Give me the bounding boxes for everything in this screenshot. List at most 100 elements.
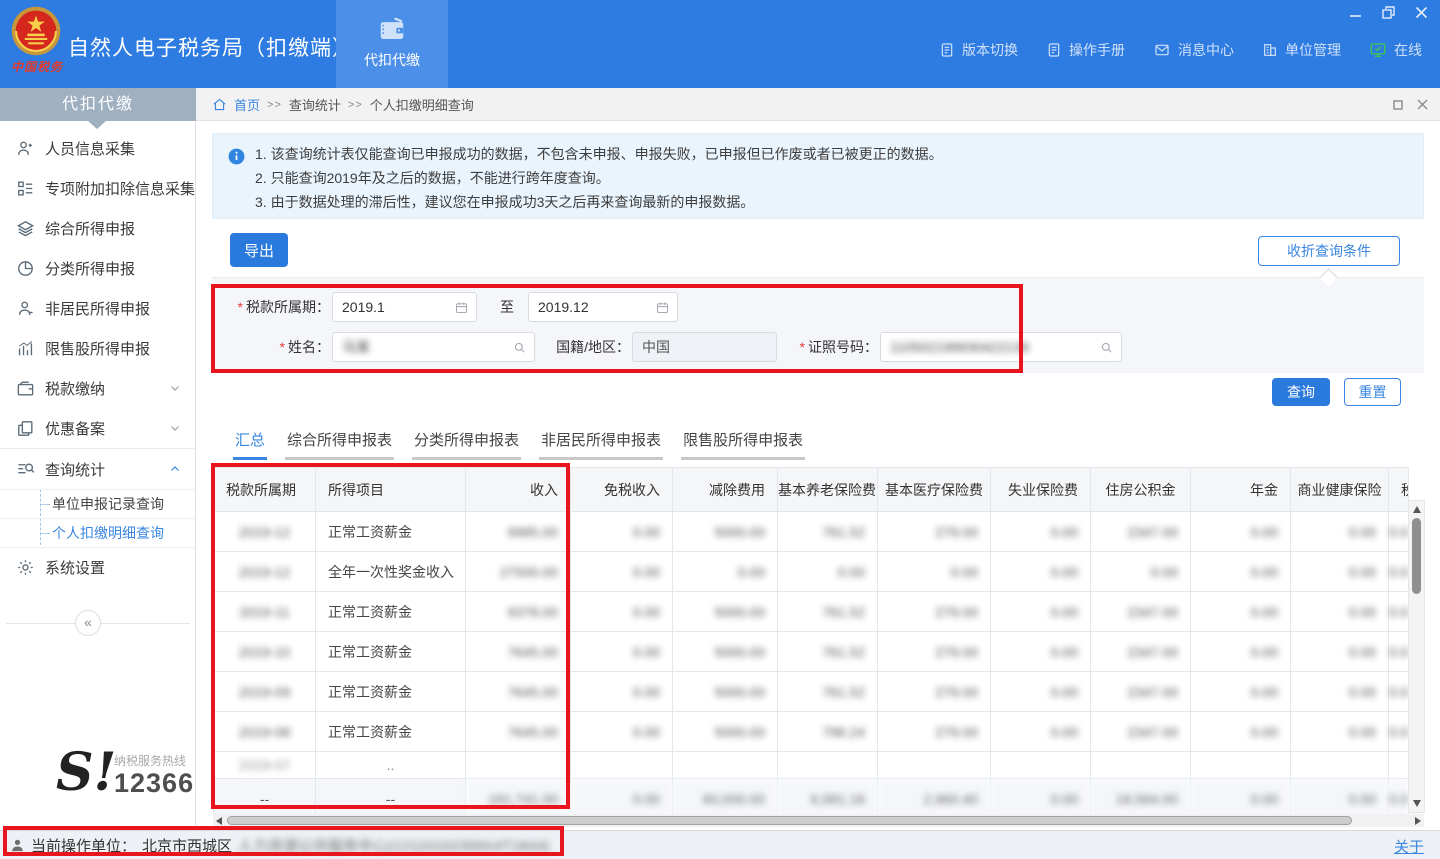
withholding-detail-table: 税款所属期 所得项目 收入 免税收入 减除费用 基本养老保险费 基本医疗保险费 … — [213, 467, 1409, 819]
cell-value: 7645.00 — [466, 632, 571, 672]
menu-unit-management[interactable]: 单位管理 — [1262, 40, 1341, 60]
search-icon[interactable] — [512, 340, 527, 355]
nationality-input[interactable]: 中国 — [632, 332, 777, 362]
scroll-down-arrow[interactable] — [1413, 800, 1421, 807]
menu-version-switch[interactable]: 版本切换 — [939, 40, 1018, 60]
vertical-scrollbar-thumb[interactable] — [1412, 518, 1421, 594]
menu-message-center[interactable]: 消息中心 — [1153, 40, 1234, 60]
col-header: 失业保险费 — [991, 468, 1091, 512]
cell-value: 5000.00 — [673, 672, 778, 712]
cell-value: 0.00 — [1389, 592, 1409, 632]
sidebar-item-personnel-info[interactable]: 人员信息采集 — [0, 128, 195, 168]
notice-box: 1. 该查询统计表仅能查询已申报成功的数据，不包含未申报、申报失败，已申报但已作… — [212, 133, 1424, 219]
table-row[interactable]: 2019-12 全年一次性奖金收入 27500.00 0.00 0.00 0.0… — [214, 552, 1409, 592]
cell-value: 0.00 — [991, 632, 1091, 672]
to-label: 至 — [492, 292, 522, 322]
scroll-up-arrow[interactable] — [1413, 506, 1421, 513]
period-from-input[interactable]: 2019.1 — [332, 292, 477, 322]
id-input[interactable]: 110502199930422139 — [880, 332, 1122, 362]
cell-value: 0.00 — [991, 552, 1091, 592]
table-row-clipped[interactable]: 2019-07 .. — [214, 752, 1409, 779]
sidebar-collapse-button[interactable]: « — [75, 610, 101, 636]
sidebar-item-nonresident-income[interactable]: 非居民所得申报 — [0, 288, 195, 328]
cell-value: 0.00 — [1389, 672, 1409, 712]
tab-summary[interactable]: 汇总 — [233, 429, 267, 460]
sidebar-item-tax-payment[interactable]: 税款缴纳 — [0, 368, 195, 408]
sidebar-item-label: 查询统计 — [45, 459, 105, 480]
tab-withholding-module[interactable]: 代扣代缴 — [336, 0, 448, 88]
cell-value: 2347.00 — [1091, 712, 1191, 752]
export-button[interactable]: 导出 — [230, 233, 288, 267]
sidebar-item-label: 限售股所得申报 — [45, 338, 150, 359]
sidebar-item-label: 综合所得申报 — [45, 218, 135, 239]
sidebar-item-restricted-shares[interactable]: 限售股所得申报 — [0, 328, 195, 368]
maximize-page-icon[interactable] — [1393, 100, 1403, 110]
cell-value: 0.00 — [1291, 632, 1389, 672]
restore-button[interactable] — [1379, 3, 1397, 21]
sidebar-subitem-individual-withholding-query[interactable]: 个人扣缴明细查询 — [0, 518, 195, 547]
period-to-input[interactable]: 2019.12 — [528, 292, 678, 322]
cell-value: 0.00 — [1191, 552, 1291, 592]
online-status[interactable]: 在线 — [1369, 40, 1422, 60]
sidebar-item-classified-income[interactable]: 分类所得申报 — [0, 248, 195, 288]
bar-chart-icon — [16, 339, 35, 358]
menu-operation-manual[interactable]: 操作手册 — [1046, 40, 1125, 60]
reset-button[interactable]: 重置 — [1344, 378, 1401, 406]
cell-item: 正常工资薪金 — [316, 672, 466, 712]
document-icon — [1046, 42, 1062, 58]
horizontal-scrollbar[interactable] — [213, 814, 1424, 827]
sidebar-item-label: 分类所得申报 — [45, 258, 135, 279]
calendar-icon[interactable] — [655, 300, 670, 315]
minimize-button[interactable] — [1346, 3, 1364, 21]
cell-value: 0.00 — [1191, 512, 1291, 552]
cell-item: 正常工资薪金 — [316, 712, 466, 752]
document-icon — [939, 42, 955, 58]
sidebar-item-label: 专项附加扣除信息采集 — [45, 178, 195, 199]
scroll-right-arrow[interactable] — [1415, 817, 1421, 825]
search-list-icon — [16, 460, 35, 479]
sidebar-item-special-deduction[interactable]: 专项附加扣除信息采集 — [0, 168, 195, 208]
table-row[interactable]: 2019-12 正常工资薪金 9985.00 0.00 5000.00 761.… — [214, 512, 1409, 552]
table-row[interactable]: 2019-08 正常工资薪金 7645.00 0.00 5000.00 798.… — [214, 712, 1409, 752]
cell-value: 0.00 — [1389, 632, 1409, 672]
search-icon[interactable] — [1099, 340, 1114, 355]
calendar-icon[interactable] — [454, 300, 469, 315]
collapse-query-button[interactable]: 收折查询条件 — [1258, 236, 1400, 266]
sidebar-item-label: 优惠备案 — [45, 418, 105, 439]
wallet-icon — [376, 14, 408, 44]
sidebar-subitem-unit-declaration-query[interactable]: 单位申报记录查询 — [0, 489, 195, 518]
table-total-row: -- -- 161,741.00 0.00 60,000.00 6,991.16… — [214, 779, 1409, 819]
search-button[interactable]: 查询 — [1272, 378, 1330, 406]
close-page-icon[interactable] — [1417, 99, 1428, 110]
cell-value: 761.52 — [778, 592, 878, 632]
breadcrumb-level1: 查询统计 — [289, 95, 341, 114]
close-button[interactable] — [1412, 3, 1430, 21]
table-row[interactable]: 2019-09 正常工资薪金 7645.00 0.00 5000.00 761.… — [214, 672, 1409, 712]
vertical-scrollbar[interactable] — [1408, 500, 1425, 813]
breadcrumb-home[interactable]: 首页 — [234, 95, 260, 114]
sidebar-item-preferential-filing[interactable]: 优惠备案 — [0, 408, 195, 448]
horizontal-scrollbar-thumb[interactable] — [227, 816, 1352, 825]
sidebar-item-system-settings[interactable]: 系统设置 — [0, 547, 195, 587]
sidebar-item-comprehensive-income[interactable]: 综合所得申报 — [0, 208, 195, 248]
tab-comprehensive-income-report[interactable]: 综合所得申报表 — [285, 429, 394, 460]
cell-value: 0.00 — [1389, 512, 1409, 552]
breadcrumb-bar: 首页 >> 查询统计 >> 个人扣缴明细查询 — [196, 88, 1440, 121]
period-from-value: 2019.1 — [342, 299, 385, 315]
period-to-value: 2019.12 — [538, 299, 589, 315]
cell-period: 2019-12 — [214, 512, 316, 552]
cell-value: 0.00 — [1389, 779, 1409, 819]
scroll-left-arrow[interactable] — [216, 817, 222, 825]
top-menu: 版本切换 操作手册 消息中心 单位管理 在线 — [939, 40, 1422, 60]
tab-nonresident-income-report[interactable]: 非居民所得申报表 — [539, 429, 663, 460]
sidebar-item-query-statistics[interactable]: 查询统计 — [0, 449, 195, 489]
tab-restricted-shares-report[interactable]: 限售股所得申报表 — [681, 429, 805, 460]
tab-classified-income-report[interactable]: 分类所得申报表 — [412, 429, 521, 460]
table-row[interactable]: 2019-11 正常工资薪金 9378.00 0.00 5000.00 761.… — [214, 592, 1409, 632]
name-input[interactable]: 马某 — [332, 332, 535, 362]
about-link[interactable]: 关于 — [1394, 836, 1424, 857]
notice-line-3: 3. 由于数据处理的滞后性，建议您在申报成功3天之后再来查询最新的申报数据。 — [255, 190, 1409, 214]
table-row[interactable]: 2019-10 正常工资薪金 7645.00 0.00 5000.00 761.… — [214, 632, 1409, 672]
cell-value: 0.00 — [1291, 712, 1389, 752]
wallet-icon — [16, 379, 35, 398]
